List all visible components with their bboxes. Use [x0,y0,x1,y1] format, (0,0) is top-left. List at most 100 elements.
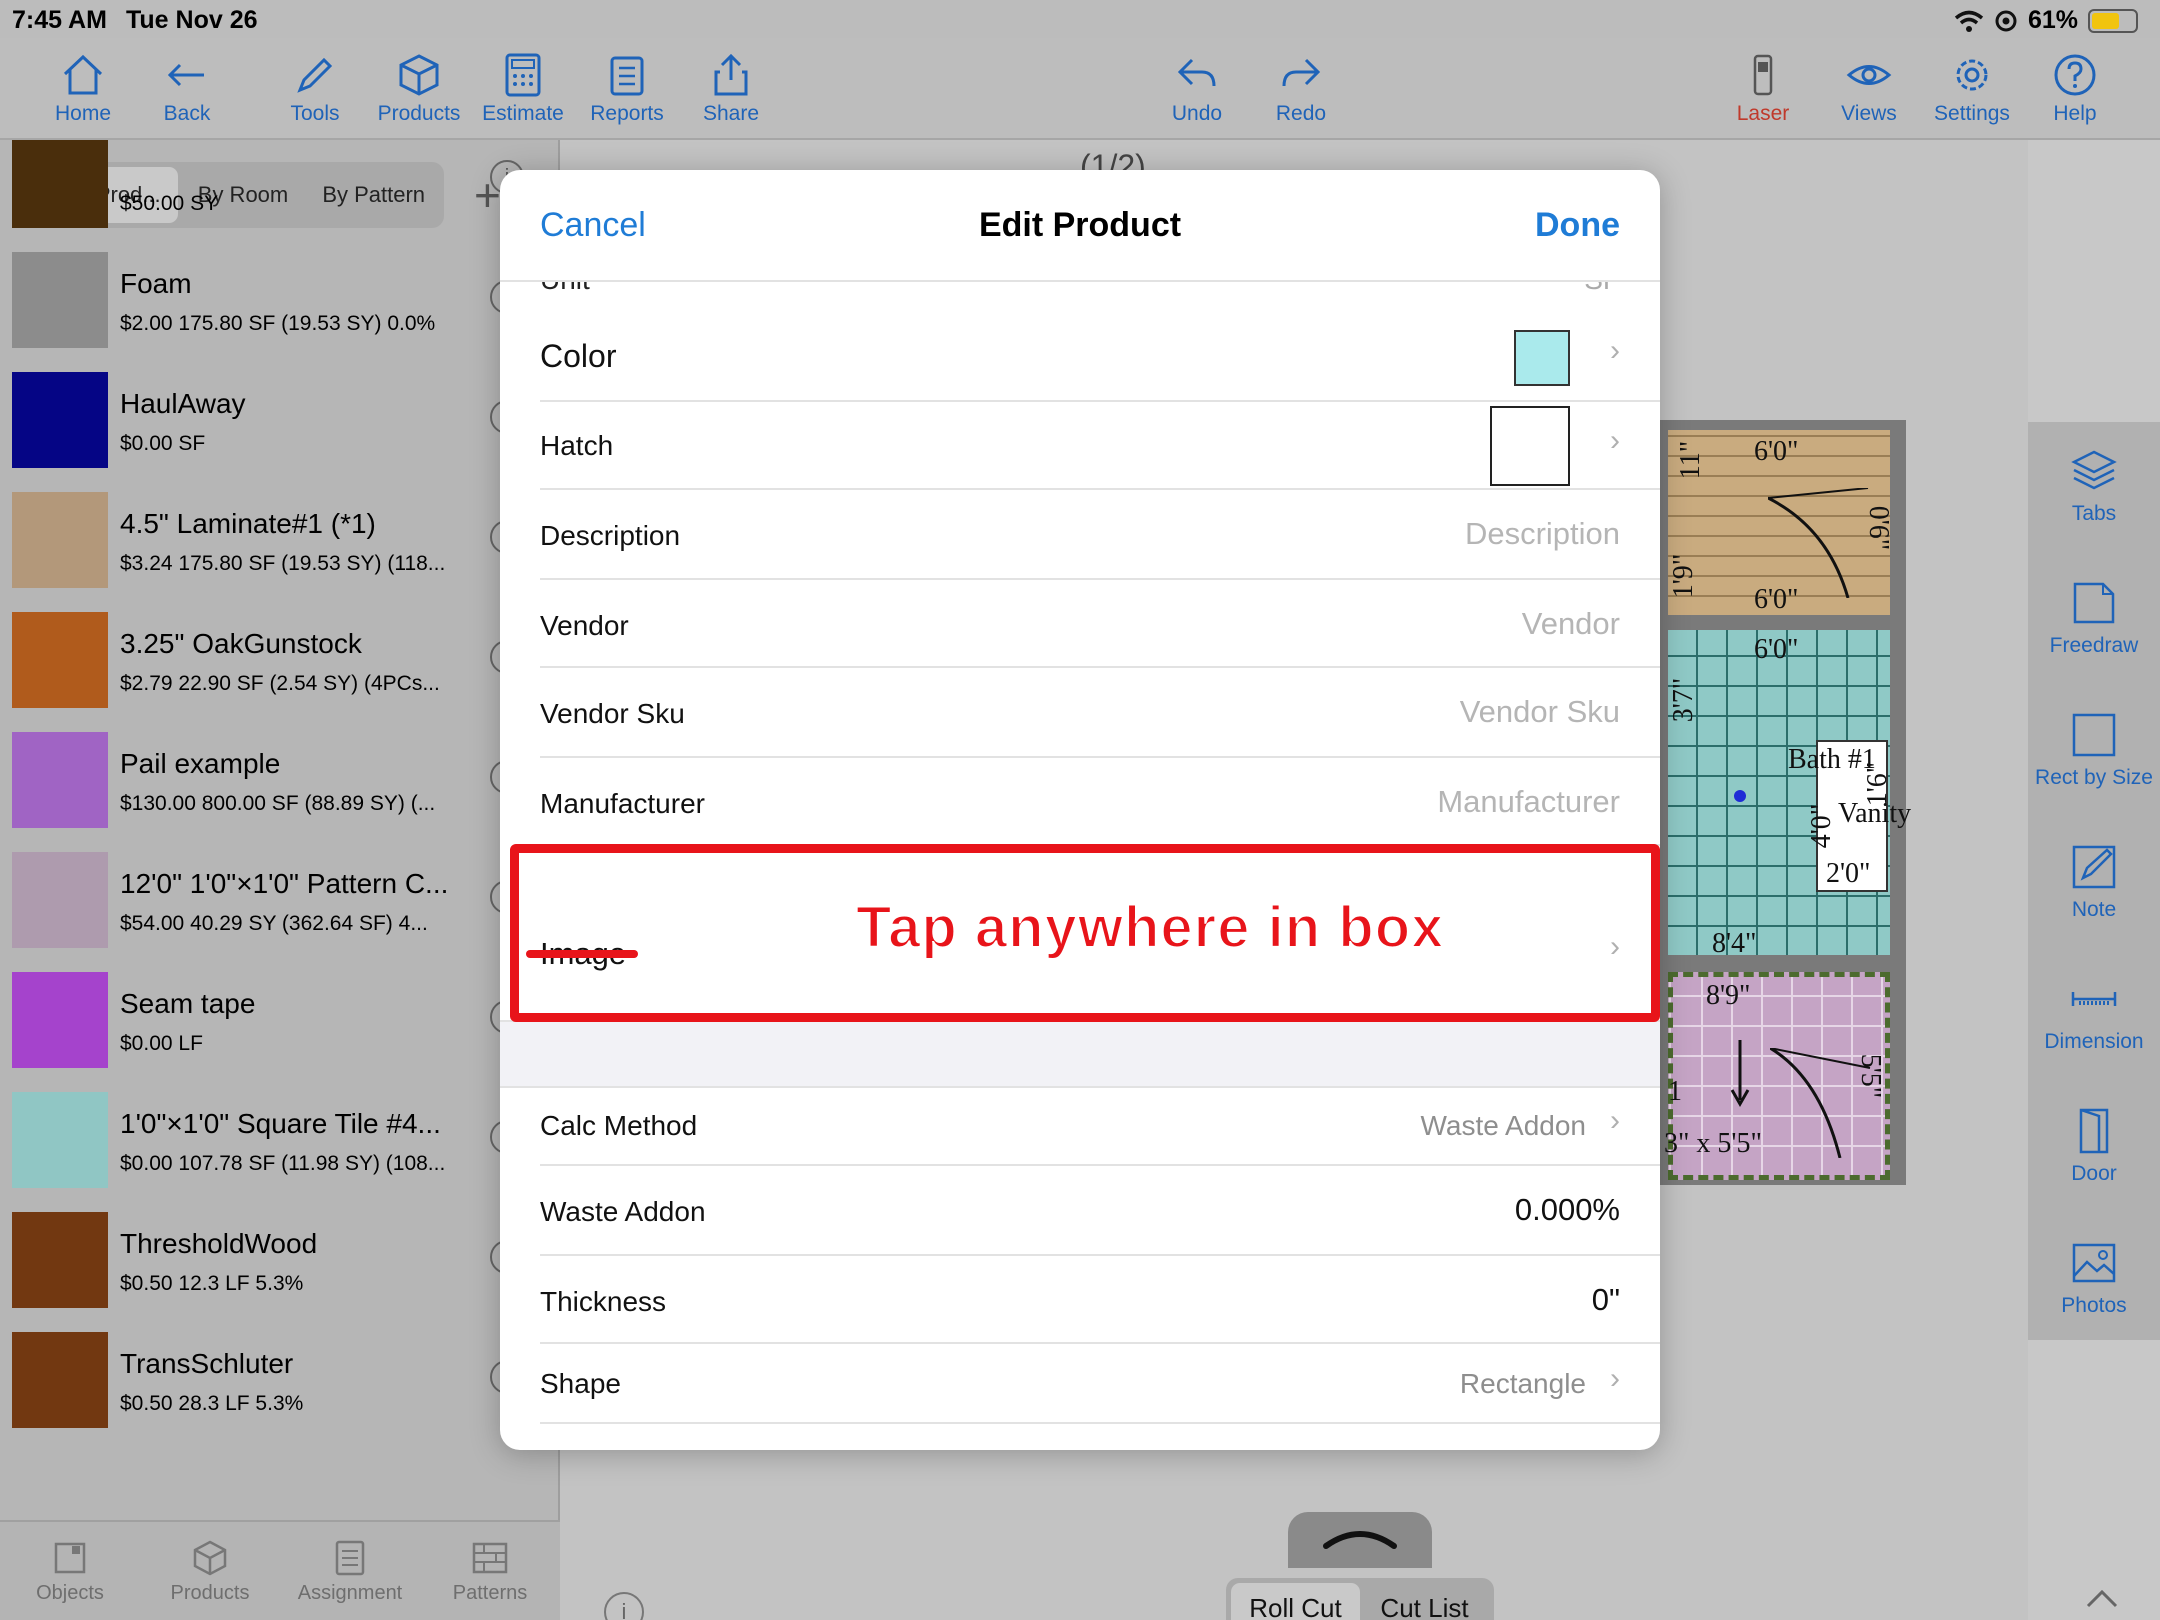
tool-door-button[interactable]: Door [2028,1106,2160,1186]
toolbar-estimate-button[interactable]: Estimate [468,38,578,138]
product-name: Foam [120,268,192,299]
toolbar-tools-button[interactable]: Tools [260,38,370,138]
tool-tabs-button[interactable]: Tabs [2028,446,2160,526]
product-name: Seam tape [120,988,256,1019]
list-item[interactable]: 3.25" OakGunstock $2.79 22.90 SF (2.54 S… [0,590,558,710]
tool-rect-by-size-button[interactable]: Rect by Size [2028,710,2160,790]
tool-dimension-button[interactable]: Dimension [2028,974,2160,1054]
tab-assignment[interactable]: Assignment [280,1522,420,1620]
list-item[interactable]: 4.5" Laminate#1 (*1) $3.24 175.80 SF (19… [0,470,558,590]
list-item[interactable]: 12'0" 1'0"×1'0" Pattern C... $54.00 40.2… [0,830,558,950]
waste-addon-row[interactable]: Waste Addon 0.000% [540,1166,1660,1256]
toolbar-views-button[interactable]: Views [1814,38,1924,138]
toolbar-share-button[interactable]: Share [676,38,786,138]
note-icon [2072,845,2116,889]
toolbar-help-button[interactable]: Help [2020,38,2130,138]
vendor-field[interactable]: Vendor [1522,606,1620,642]
toolbar-products-button[interactable]: Products [364,38,474,138]
manufacturer-field[interactable]: Manufacturer [1437,784,1620,820]
cut-panel-handle[interactable] [1288,1512,1432,1568]
share-icon [714,53,748,96]
toolbar-undo-button[interactable]: Undo [1142,38,1252,138]
toolbar-reports-button[interactable]: Reports [572,38,682,138]
product-summary: $0.00 SF [120,432,206,455]
dim-label: 1'9" [1668,553,1700,599]
layers-icon [2071,450,2117,490]
list-item[interactable]: HaulAway $0.00 SF i [0,350,558,470]
description-label: Description [540,520,681,551]
shape-row[interactable]: Shape Rectangle › [540,1344,1660,1424]
product-summary: $0.00 LF [120,1032,203,1055]
shape-value: Rectangle [1459,1368,1586,1399]
objects-icon [54,1542,86,1574]
list-item[interactable]: Seam tape $0.00 LF i [0,950,558,1070]
manufacturer-row[interactable]: Manufacturer Manufacturer [540,758,1660,846]
laser-icon [1753,54,1773,96]
vendor-row[interactable]: Vendor Vendor [540,580,1660,668]
tab-objects[interactable]: Objects [0,1522,140,1620]
thickness-field[interactable]: 0" [1592,1282,1620,1318]
status-bar: 7:45 AM Tue Nov 26 61% [0,0,2160,38]
list-item[interactable]: Pail example $130.00 800.00 SF (88.89 SY… [0,710,558,830]
bottom-tab-bar: Objects Products Assignment Patterns [0,1520,560,1620]
modal-title: Edit Product [978,206,1182,244]
product-summary: $2.00 175.80 SF (19.53 SY) 0.0% [120,312,436,335]
toolbar-laser-button[interactable]: Laser [1708,38,1818,138]
dim-label: 6'0" [1754,584,1799,615]
unit-row-clipped[interactable]: Unit SF [540,282,1660,308]
location-icon [1995,10,2017,31]
callout-instruction-text: Tap anywhere in box [855,894,1445,961]
question-icon [2054,54,2096,96]
chevron-right-icon: › [1610,1104,1620,1137]
hatch-label: Hatch [540,430,614,461]
tab-products[interactable]: Products [140,1522,280,1620]
unit-label: Unit [540,282,590,296]
dim-label: 0'6" [1863,505,1895,551]
product-color-swatch [12,492,108,588]
calc-method-row[interactable]: Calc Method Waste Addon › [540,1088,1660,1166]
ruler-icon [2071,992,2117,1006]
description-row[interactable]: Description Description [540,490,1660,580]
list-item[interactable]: Foam $2.00 175.80 SF (19.53 SY) 0.0% i [0,230,558,350]
product-color-swatch [12,852,108,948]
thickness-row[interactable]: Thickness 0" [540,1256,1660,1344]
product-summary: $130.00 800.00 SF (88.89 SY) (... [120,792,436,815]
tab-patterns[interactable]: Patterns [420,1522,560,1620]
list-item[interactable]: TransSchluter $0.50 28.3 LF 5.3% i [0,1310,558,1430]
dim-label: 5'5" [1855,1053,1887,1099]
vendor-sku-field[interactable]: Vendor Sku [1460,694,1620,730]
toolbar-back-button[interactable]: Back [132,38,242,138]
status-date: Tue Nov 26 [126,6,258,34]
dim-label: 2'0" [1826,858,1871,889]
dim-label: 1 [1668,1076,1682,1107]
description-field[interactable]: Description [1465,516,1620,552]
unit-value: SF [1584,282,1620,296]
vendor-label: Vendor [540,610,629,641]
toolbar-settings-button[interactable]: Settings [1917,38,2027,138]
arrow-left-icon [167,63,204,87]
list-item[interactable]: $50.00 SY i [0,140,558,230]
list-item[interactable]: ThresholdWood $0.50 12.3 LF 5.3% i [0,1190,558,1310]
toolbar-home-button[interactable]: Home [28,38,138,138]
waste-addon-field[interactable]: 0.000% [1515,1192,1620,1228]
color-row[interactable]: Color › [540,314,1660,402]
tool-photos-button[interactable]: Photos [2028,1238,2160,1318]
manufacturer-label: Manufacturer [540,788,705,819]
product-color-swatch [12,612,108,708]
tool-note-button[interactable]: Note [2028,842,2160,922]
hatch-row[interactable]: Hatch › [540,402,1660,490]
list-item[interactable]: 1'0"×1'0" Square Tile #4... $0.00 107.78… [0,1070,558,1190]
segment-cut-list[interactable]: Cut List [1360,1583,1489,1620]
tool-freedraw-button[interactable]: Freedraw [2028,578,2160,658]
segment-roll-cut[interactable]: Roll Cut [1231,1583,1360,1620]
done-button[interactable]: Done [1535,206,1620,245]
vendor-sku-row[interactable]: Vendor Sku Vendor Sku [540,668,1660,758]
product-name: 3.25" OakGunstock [120,628,362,659]
product-summary: $50.00 SY [120,192,219,215]
collapse-chevron-icon[interactable] [2084,1586,2120,1610]
door-icon [2079,1108,2109,1154]
toolbar-redo-button[interactable]: Redo [1246,38,1356,138]
dim-label: 8'9" [1706,980,1751,1011]
battery-icon [2088,8,2138,33]
color-swatch [1514,330,1570,386]
